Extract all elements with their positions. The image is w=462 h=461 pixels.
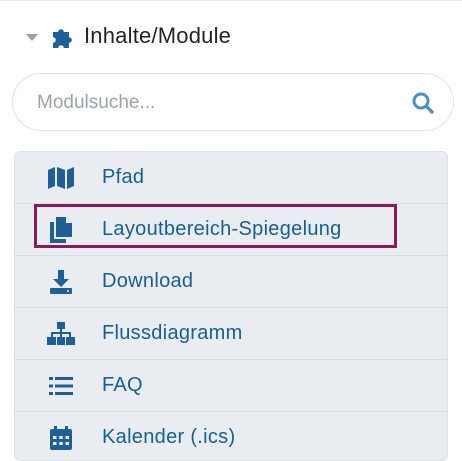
caret-down-icon[interactable] bbox=[26, 33, 38, 41]
module-item-pfad[interactable]: Pfad bbox=[15, 152, 447, 204]
module-search-box bbox=[12, 73, 454, 131]
module-search-input[interactable] bbox=[35, 88, 399, 118]
section-title: Inhalte/Module bbox=[84, 23, 232, 48]
module-item-kalender[interactable]: Kalender (.ics) bbox=[15, 412, 447, 460]
modules-panel: Inhalte/Module Pfad bbox=[0, 0, 462, 461]
module-item-download[interactable]: Download bbox=[15, 256, 447, 308]
module-label: Layoutbereich-Spiegelung bbox=[102, 218, 342, 240]
copy-icon bbox=[47, 216, 75, 244]
module-label: FAQ bbox=[102, 374, 143, 396]
module-label: Download bbox=[102, 270, 194, 292]
map-icon bbox=[47, 164, 75, 192]
module-item-flussdiagramm[interactable]: Flussdiagramm bbox=[15, 308, 447, 360]
module-list: Pfad Layoutbereich-Spiegelung Download F… bbox=[14, 151, 448, 461]
modules-section-header[interactable]: Inhalte/Module bbox=[26, 19, 231, 53]
list-icon bbox=[47, 372, 75, 400]
module-label: Pfad bbox=[102, 166, 145, 188]
search-icon[interactable] bbox=[411, 91, 435, 115]
module-item-layoutbereich-spiegelung[interactable]: Layoutbereich-Spiegelung bbox=[15, 204, 447, 256]
sitemap-icon bbox=[47, 320, 75, 348]
module-label: Kalender (.ics) bbox=[102, 426, 236, 448]
puzzle-icon bbox=[53, 29, 72, 48]
calendar-icon bbox=[47, 424, 75, 452]
download-icon bbox=[47, 268, 75, 296]
module-label: Flussdiagramm bbox=[102, 322, 243, 344]
module-item-faq[interactable]: FAQ bbox=[15, 360, 447, 412]
